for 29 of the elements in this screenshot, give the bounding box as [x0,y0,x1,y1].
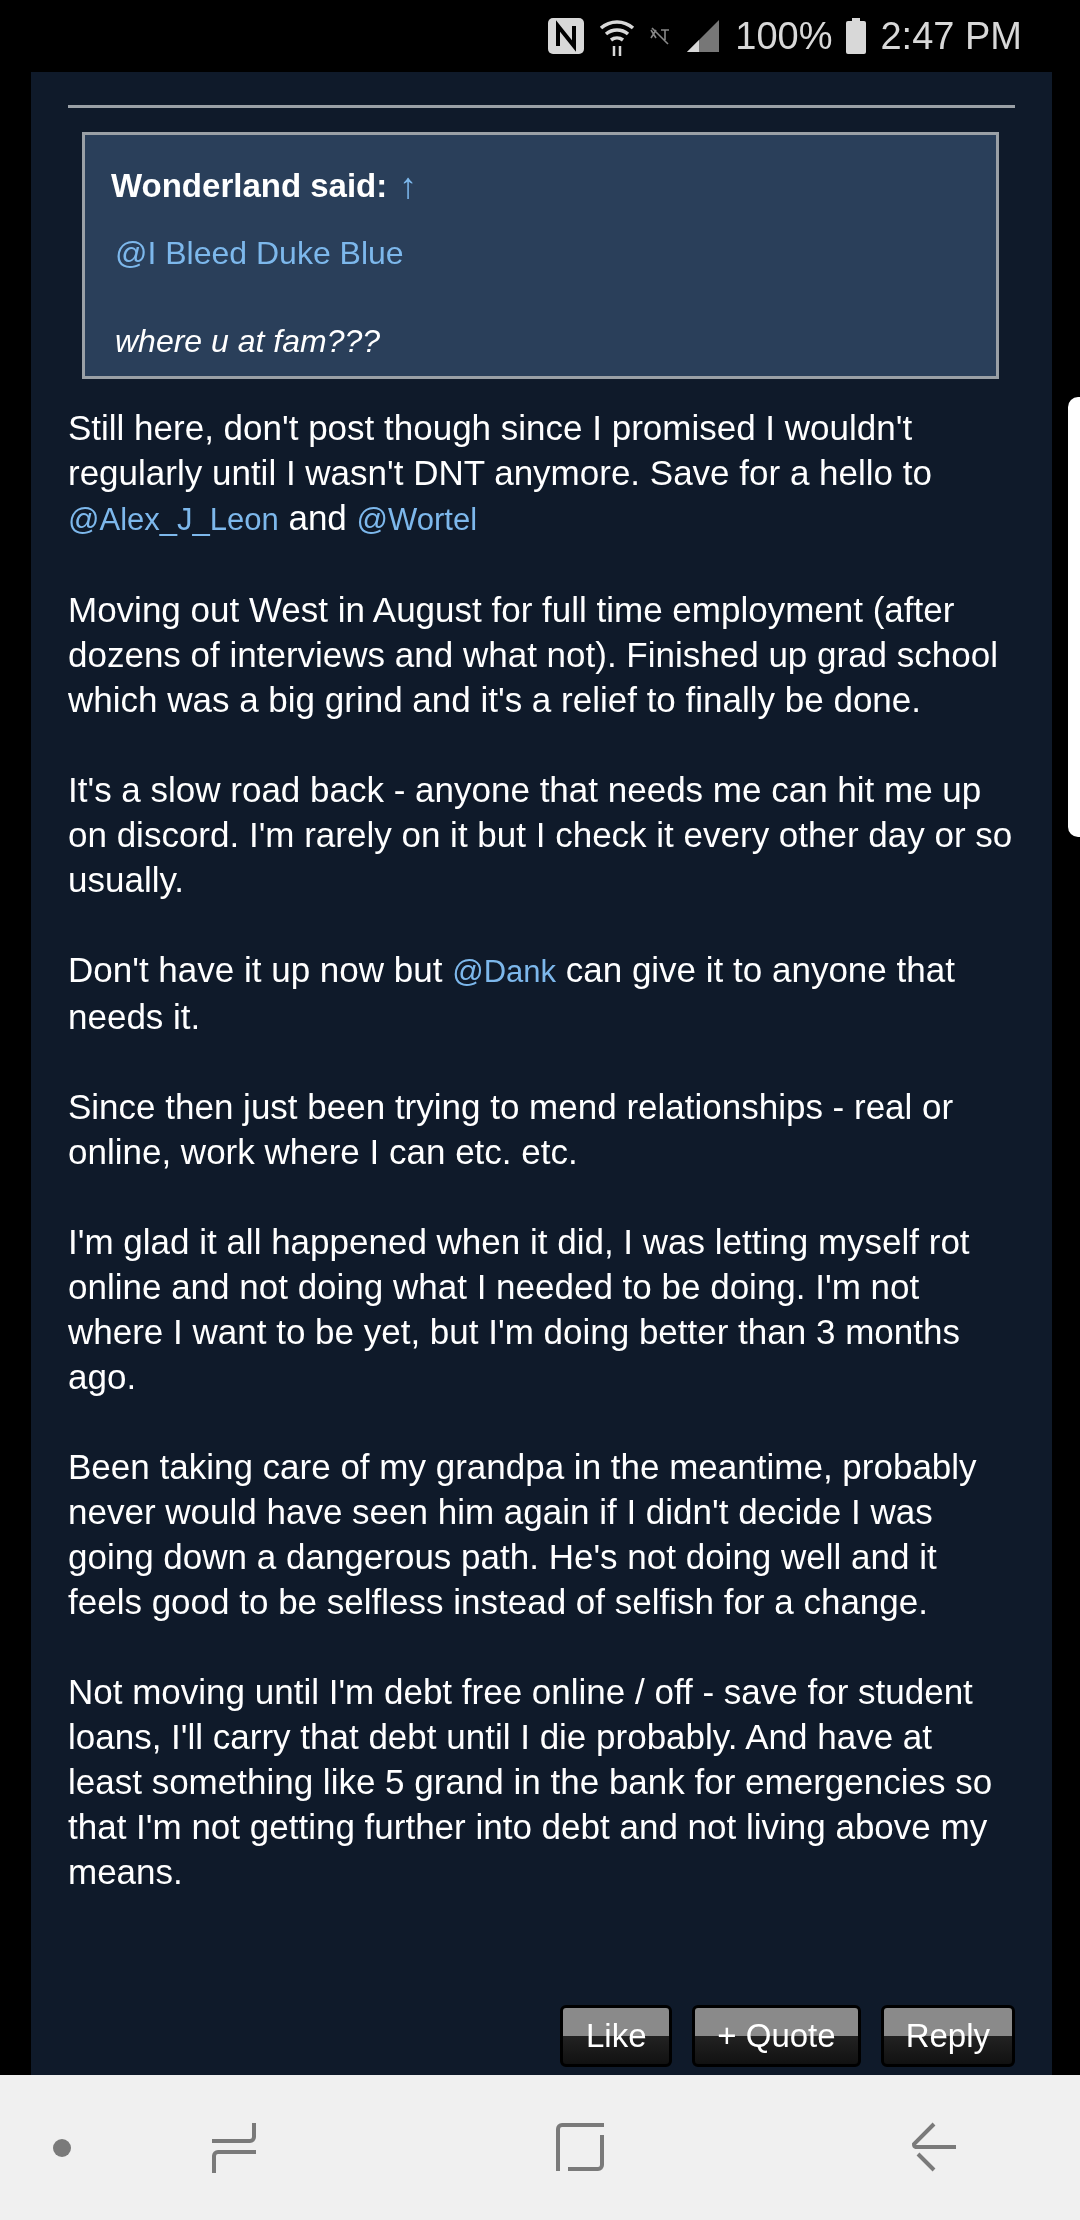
post-paragraph: Moving out West in August for full time employment (after dozens of interviews and what not). Finished up grad school which was a big grind and it's a relief to finally be done. [68,589,999,721]
mention-link[interactable]: @Dank [452,954,556,989]
post-paragraph: Since then just been trying to mend relationships - real or online, work where I can etc. etc. [68,1086,955,1173]
signal-icon [685,18,722,54]
mention-link[interactable]: @Wortel [356,502,478,537]
post-paragraph: Been taking care of my grandpa in the meantime, probably never would have seen him again if I didn't decide I was going down a dangerous path. He's not doing well and it feels good to be selfless instead of selfish for a change. [68,1446,978,1623]
quote-author: Wonderland said: [111,166,388,207]
post-paragraph: I'm glad it all happened when it did, I was letting myself rot online and not doing what I needed to be doing. I'm not where I want to be yet, but I'm doing better than 3 months ago. [68,1221,971,1398]
post-paragraph: Still here, don't post though since I promised I wouldn't regularly until I wasn't DNT anymore. Save for a hello to @Alex_J_Leon and @Wortel [68,407,933,539]
home-icon[interactable] [556,2122,606,2173]
post-paragraph: Not moving until I'm debt free online / off - save for student loans, I'll carry that debt until I die probably. And have at least something like 5 grand in the bank for emergencies so that I'm not getting further into debt and not living above my means. [68,1671,994,1893]
post-action-button[interactable]: Like [560,2005,673,2067]
back-icon[interactable] [910,2121,958,2174]
clock: 2:47 PM [880,13,1022,59]
post-action-button[interactable]: + Quote [692,2005,861,2067]
post-paragraph: It's a slow road back - anyone that needs me can hit me up on discord. I'm rarely on it but I check it every other day or so usually. [68,769,1014,901]
mention-link[interactable]: @I Bleed Duke Blue [115,229,404,277]
battery-percent: 100% [735,13,833,59]
edge-panel-handle[interactable] [1068,397,1080,837]
post-action-button[interactable]: Reply [880,2005,1015,2067]
post-paragraph: Don't have it up now but @Dank can give it to anyone that needs it. [68,949,956,1038]
jump-to-post-link[interactable]: ↑ [399,159,418,213]
dot-icon[interactable] [52,2137,72,2158]
battery-icon [846,18,867,54]
mention-link[interactable]: @Alex_J_Leon [68,502,279,537]
no-data-icon [649,27,672,45]
nfc-icon [547,17,586,55]
recent-apps-icon[interactable] [210,2120,258,2175]
quote-text: where u at fam??? [115,322,382,361]
